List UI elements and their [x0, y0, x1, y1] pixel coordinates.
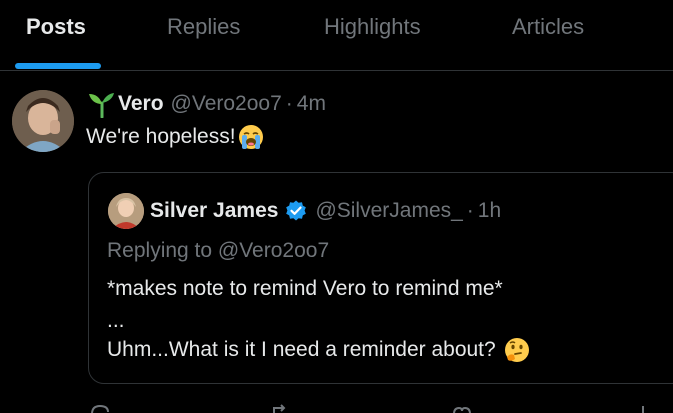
repost-icon[interactable]	[269, 402, 293, 413]
post-time[interactable]: 4m	[297, 92, 326, 116]
tab-replies[interactable]: Replies	[167, 14, 240, 40]
quoted-post[interactable]: Silver James @SilverJames_ · 1h Replying…	[88, 172, 673, 384]
avatar[interactable]	[12, 90, 74, 152]
quoted-avatar[interactable]	[108, 193, 144, 229]
thinking-face-emoji	[504, 337, 530, 363]
quoted-text: Uhm...What is it I need a reminder about…	[107, 338, 496, 361]
quoted-post-time[interactable]: 1h	[478, 199, 501, 223]
quoted-text-line: Uhm...What is it I need a reminder about…	[107, 337, 530, 363]
quoted-text-line: ...	[107, 309, 125, 332]
tab-posts[interactable]: Posts	[26, 14, 86, 40]
sprout-icon	[86, 90, 116, 119]
post-header: Vero @Vero2oo7 · 4m	[86, 90, 326, 119]
quoted-author-name[interactable]: Silver James	[150, 199, 278, 223]
tab-highlights[interactable]: Highlights	[324, 14, 421, 40]
replying-to[interactable]: Replying to @Vero2oo7	[107, 239, 329, 263]
reply-icon[interactable]	[88, 402, 112, 413]
post-text: We're hopeless!	[86, 124, 264, 150]
verified-badge-icon	[284, 199, 308, 223]
loudly-crying-face-emoji	[238, 124, 264, 150]
post-actions	[86, 402, 666, 413]
profile-tabs: Posts Replies Highlights Articles	[0, 0, 673, 71]
quoted-header: Silver James @SilverJames_ · 1h	[150, 197, 501, 225]
profile-feed: Posts Replies Highlights Articles Vero @…	[0, 0, 673, 413]
tab-articles[interactable]: Articles	[512, 14, 584, 40]
separator-dot: ·	[285, 92, 293, 115]
active-tab-indicator	[15, 63, 101, 69]
author-handle[interactable]: @Vero2oo7	[171, 92, 282, 116]
quoted-text-line: *makes note to remind Vero to remind me*	[107, 277, 503, 300]
separator-dot: ·	[466, 199, 474, 222]
quoted-author-handle[interactable]: @SilverJames_	[315, 199, 462, 223]
post-body: We're hopeless!	[86, 125, 236, 148]
author-name[interactable]: Vero	[118, 92, 164, 116]
views-icon[interactable]	[631, 402, 655, 413]
like-icon[interactable]	[450, 402, 474, 413]
